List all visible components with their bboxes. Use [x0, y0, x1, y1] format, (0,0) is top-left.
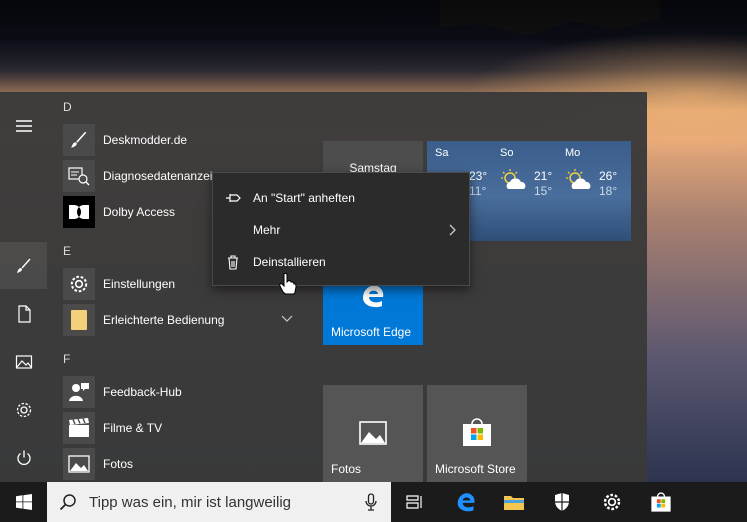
weather-low: 18°	[599, 184, 618, 198]
app-label: Feedback-Hub	[103, 385, 182, 399]
gear-icon	[16, 402, 31, 417]
gear-icon	[63, 268, 95, 300]
taskbar-settings-button[interactable]	[588, 482, 636, 522]
app-fotos[interactable]: Fotos	[63, 448, 303, 480]
hamburger-icon	[15, 119, 32, 132]
menu-item-more[interactable]: Mehr	[213, 214, 469, 246]
tile-microsoft-store[interactable]: Microsoft Store	[427, 385, 527, 482]
task-view-icon	[406, 495, 422, 509]
start-button[interactable]	[0, 482, 48, 522]
menu-item-label: An "Start" anheften	[253, 191, 355, 205]
brush-icon	[16, 258, 31, 273]
weather-high: 23°	[469, 169, 488, 183]
app-deskmodder[interactable]: Deskmodder.de	[63, 124, 303, 156]
folder-icon	[504, 496, 524, 510]
weather-day-name: Sa	[435, 147, 449, 159]
dolby-icon	[63, 196, 95, 228]
hamburger-menu-button[interactable]	[0, 102, 47, 149]
clapper-icon	[63, 412, 95, 444]
app-label: Dolby Access	[103, 205, 176, 219]
store-icon	[463, 418, 491, 446]
section-letter-d[interactable]: D	[63, 100, 72, 114]
app-erleichterte-bedienung[interactable]: Erleichterte Bedienung	[63, 304, 303, 336]
app-label: Fotos	[103, 457, 134, 471]
taskbar-security-button[interactable]	[538, 482, 586, 522]
tile-label: Fotos	[331, 462, 362, 476]
edge-icon	[457, 493, 475, 512]
picture-icon	[15, 354, 32, 369]
section-letter-f[interactable]: F	[63, 352, 70, 366]
app-label: Einstellungen	[103, 277, 176, 291]
document-icon	[17, 304, 31, 323]
app-feedback-hub[interactable]: Feedback-Hub	[63, 376, 303, 408]
windows-logo-icon	[16, 494, 32, 510]
store-icon	[651, 492, 671, 512]
photo-icon	[63, 448, 95, 480]
start-rail	[0, 92, 47, 482]
taskbar-file-explorer-button[interactable]	[490, 482, 538, 522]
shield-icon	[555, 493, 569, 511]
tile-label: Microsoft Store	[435, 462, 516, 476]
feedback-icon	[63, 376, 95, 408]
tile-fotos[interactable]: Fotos	[323, 385, 423, 482]
rail-pictures-button[interactable]	[0, 338, 47, 385]
gear-icon	[603, 493, 621, 511]
chevron-down-icon[interactable]	[281, 313, 293, 323]
pin-icon	[226, 194, 241, 202]
weather-low: 11°	[469, 184, 487, 198]
app-label: Diagnosedatenanzeige	[103, 169, 226, 183]
menu-item-label: Mehr	[253, 223, 281, 237]
menu-item-pin-to-start[interactable]: An "Start" anheften	[213, 182, 469, 214]
hand-cursor-icon	[279, 273, 297, 295]
app-label: Deskmodder.de	[103, 133, 188, 147]
power-icon	[16, 450, 31, 465]
taskbar	[0, 482, 747, 522]
partly-sunny-icon	[501, 169, 526, 189]
edge-icon	[363, 285, 384, 308]
weather-high: 21°	[534, 169, 553, 183]
diagnostic-icon	[63, 160, 95, 192]
menu-item-uninstall[interactable]: Deinstallieren	[213, 246, 469, 278]
search-input[interactable]	[87, 492, 361, 512]
weather-low: 15°	[534, 184, 553, 198]
brush-icon	[63, 124, 95, 156]
rail-power-button[interactable]	[0, 434, 47, 481]
section-letter-e[interactable]: E	[63, 244, 71, 258]
app-list: D Deskmodder.de Diagnosedatenanzeige Dol…	[47, 92, 313, 482]
rail-settings-button[interactable]	[0, 386, 47, 433]
search-icon	[59, 494, 76, 511]
tile-label: Microsoft Edge	[331, 325, 412, 339]
photo-icon	[359, 421, 387, 445]
app-filme-tv[interactable]: Filme & TV	[63, 412, 303, 444]
partly-sunny-icon	[566, 169, 591, 189]
weather-day-name: So	[500, 147, 514, 159]
taskbar-edge-button[interactable]	[442, 482, 490, 522]
tile-microsoft-edge[interactable]: Microsoft Edge	[323, 284, 423, 345]
app-label: Filme & TV	[103, 421, 163, 435]
microphone-icon[interactable]	[365, 493, 377, 511]
weather-day-name: Mo	[565, 147, 581, 159]
trash-icon	[228, 254, 238, 270]
rail-documents-button[interactable]	[0, 290, 47, 337]
start-menu: D Deskmodder.de Diagnosedatenanzeige Dol…	[0, 92, 647, 482]
rail-deskmodder-button[interactable]	[0, 242, 47, 289]
chevron-right-icon	[449, 224, 456, 236]
folder-icon	[63, 304, 95, 336]
menu-item-label: Deinstallieren	[253, 255, 326, 269]
taskbar-store-button[interactable]	[637, 482, 685, 522]
task-view-button[interactable]	[391, 482, 439, 522]
app-label: Erleichterte Bedienung	[103, 313, 225, 327]
search-box[interactable]	[47, 482, 391, 522]
context-menu: An "Start" anheften Mehr Deinstallieren	[212, 172, 470, 286]
weather-high: 26°	[599, 169, 618, 183]
